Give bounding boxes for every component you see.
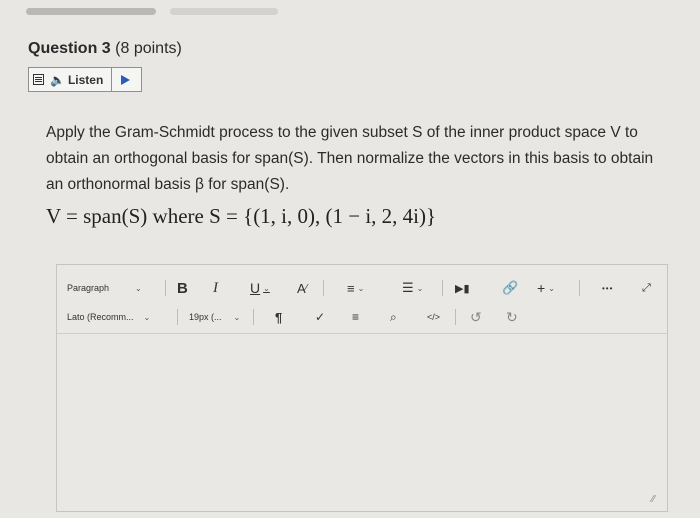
question-points: (8 points) [115,40,182,57]
listen-widget[interactable]: 🔈 Listen [28,67,142,92]
chevron-down-icon: ⌄ [416,283,424,293]
bold-button[interactable]: B [177,280,188,297]
underline-label: U [250,280,261,296]
paragraph-format-label: Paragraph [67,283,110,293]
link-icon[interactable]: 🔗 [502,280,518,296]
chevron-down-icon: ⌄ [263,283,270,293]
toolbar-divider [177,309,178,325]
question-title: Question 3 (8 points) [28,40,182,58]
font-family-select[interactable]: Lato (Recomm... ⌄ [67,312,150,322]
question-prompt: Apply the Gram-Schmidt process to the gi… [46,124,654,193]
toolbar-row-1: Paragraph ⌄ B I U ⌄ A ⁄ ≡ ⌄ ☰ ⌄ ▶▮ 🔗 + ⌄ ••• … [57,273,667,303]
html-view-button[interactable]: </> [427,312,440,322]
progress-tab-active [26,8,156,15]
fullscreen-icon[interactable]: ⤢ [642,282,651,295]
equation-icon[interactable]: ≡ [352,310,359,324]
font-size-label: 19px (... [189,312,222,322]
chevron-down-icon: ⌄ [233,312,241,322]
font-family-label: Lato (Recomm... [67,312,134,322]
resize-handle-icon[interactable]: ⁄⁄ [652,494,655,505]
find-replace-icon[interactable]: ⌕ [390,310,397,325]
align-icon[interactable]: ≡ ⌄ [347,281,364,296]
menu-icon[interactable] [33,74,44,85]
chevron-down-icon: ⌄ [135,283,142,293]
toolbar-divider [323,280,324,296]
chevron-down-icon: ⌄ [548,283,555,293]
toolbar-divider [455,309,456,325]
format-painter-icon[interactable]: ¶ [275,310,282,325]
text-color-icon[interactable]: A ⁄ [297,281,307,296]
question-math: V = span(S) where S = {(1, i, 0), (1 − i… [46,204,437,228]
toolbar-row-2: Lato (Recomm... ⌄ 19px (... ⌄ ¶ ✓ ≡ ⌕ </… [57,301,667,334]
list-icon[interactable]: ☰ ⌄ [402,280,423,296]
spellcheck-icon[interactable]: ✓ [315,310,325,324]
insert-label: + [537,280,546,296]
listen-divider [111,68,113,91]
chevron-down-icon: ⌄ [357,283,365,293]
undo-icon[interactable]: ↺ [470,309,482,326]
speaker-icon: 🔈 [50,72,65,87]
toolbar-divider [579,280,580,296]
toolbar-divider [165,280,166,296]
rich-text-editor[interactable]: Paragraph ⌄ B I U ⌄ A ⁄ ≡ ⌄ ☰ ⌄ ▶▮ 🔗 + ⌄ ••• … [56,264,668,512]
progress-tab [170,8,278,15]
font-size-select[interactable]: 19px (... ⌄ [189,312,240,322]
paragraph-format-select[interactable]: Paragraph ⌄ [67,283,142,293]
insert-button[interactable]: + ⌄ [537,280,555,296]
listen-label[interactable]: Listen [68,73,103,87]
question-number: Question 3 [28,40,111,57]
play-icon[interactable] [121,74,131,85]
media-icon[interactable]: ▶▮ [455,282,470,295]
italic-button[interactable]: I [213,280,218,297]
redo-icon[interactable]: ↻ [506,309,518,326]
chevron-down-icon: ⌄ [143,312,151,322]
toolbar-divider [442,280,443,296]
underline-button[interactable]: U ⌄ [250,280,270,296]
more-button[interactable]: ••• [602,284,613,293]
toolbar-divider [253,309,254,325]
